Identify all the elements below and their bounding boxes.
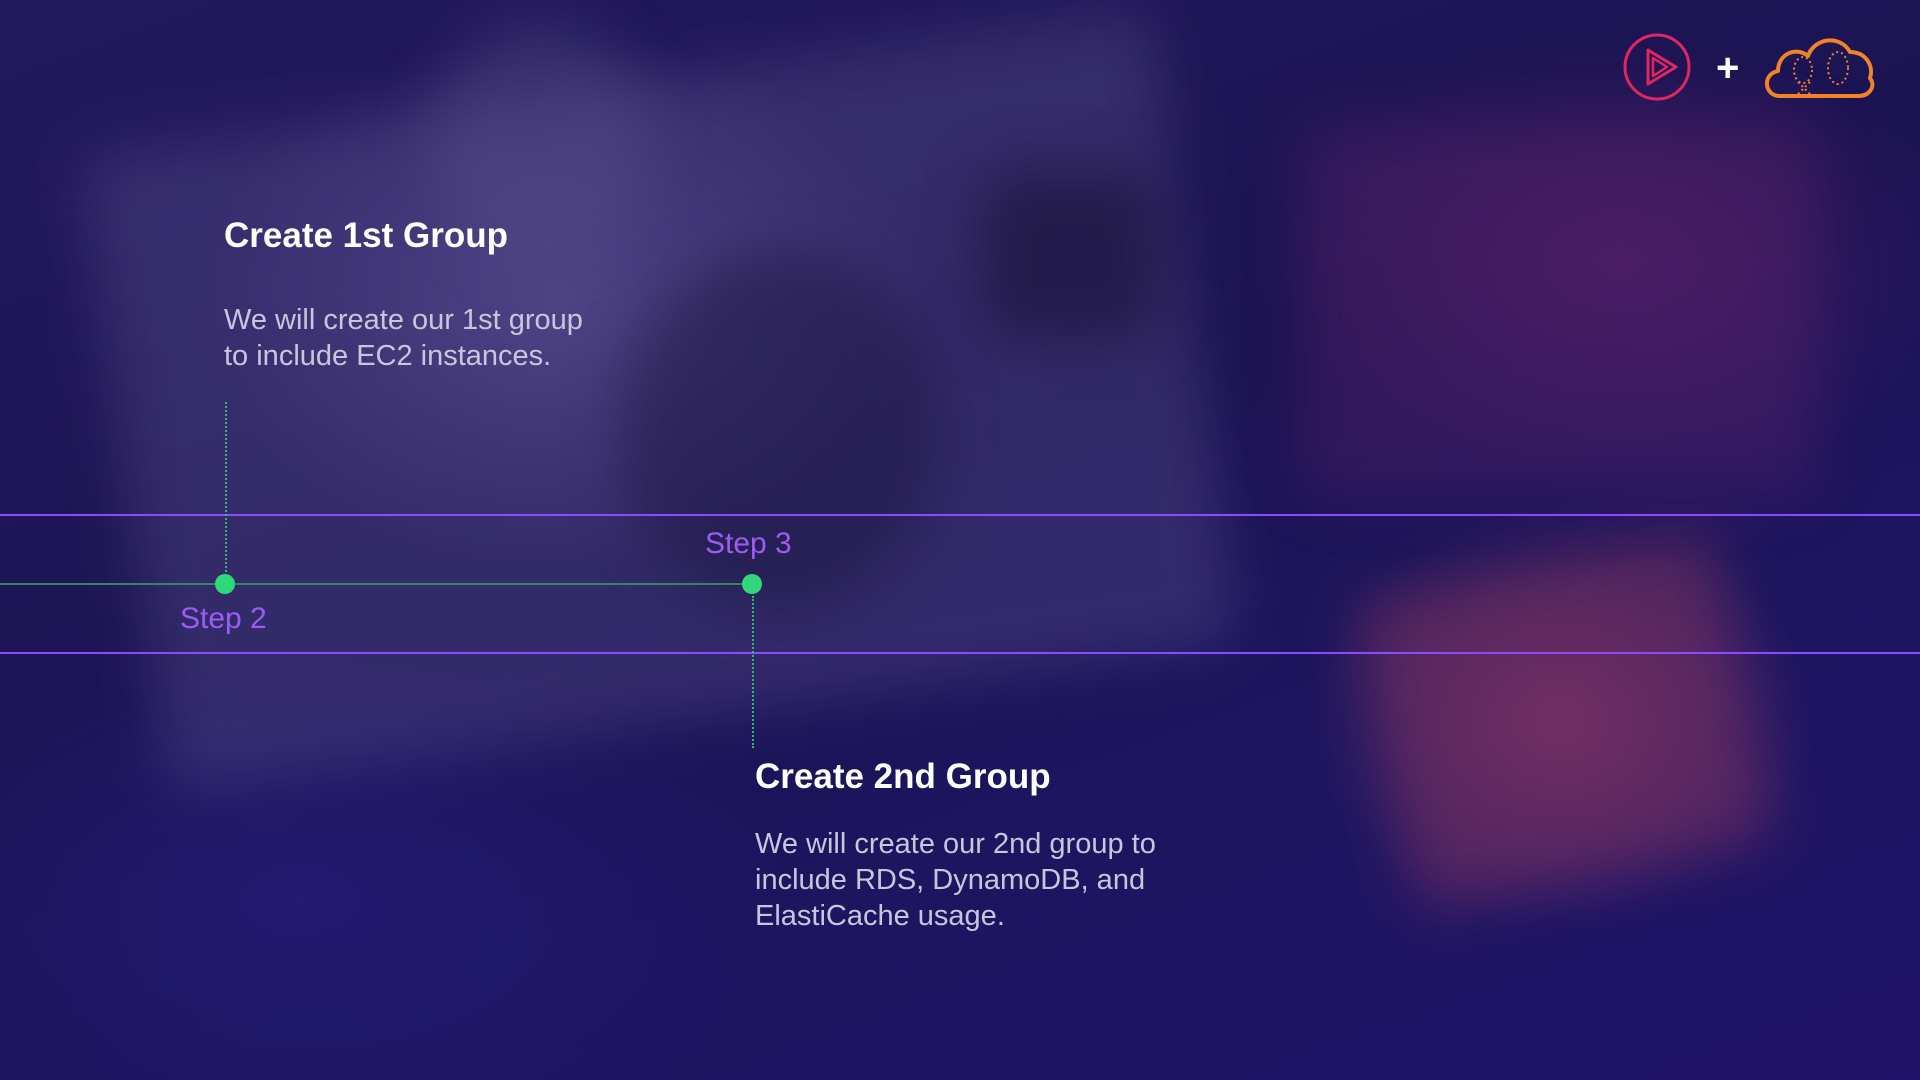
cloud-logo-icon [1765,38,1875,98]
connector-line-step-2 [225,402,227,572]
card-title-1st-group: Create 1st Group [224,216,508,255]
background-blur-shape [1350,525,1780,915]
band-top-line [0,514,1920,516]
background-blur-shape [1300,120,1820,500]
card-description-1st-group: We will create our 1st group to include … [224,304,583,372]
play-circle-logo-icon [1623,33,1691,101]
step-label-2: Step 2 [180,602,267,635]
timeline-node-step-3 [742,574,762,594]
card-title-2nd-group: Create 2nd Group [755,757,1051,796]
background-blur-shape [980,170,1160,340]
timeline-node-step-2 [215,574,235,594]
plus-icon: + [1716,46,1740,90]
band-bottom-line [0,652,1920,654]
card-description-2nd-group: We will create our 2nd group to include … [755,828,1156,932]
connector-line-step-3 [752,596,754,748]
step-label-3: Step 3 [705,527,792,560]
timeline-track [0,583,752,585]
